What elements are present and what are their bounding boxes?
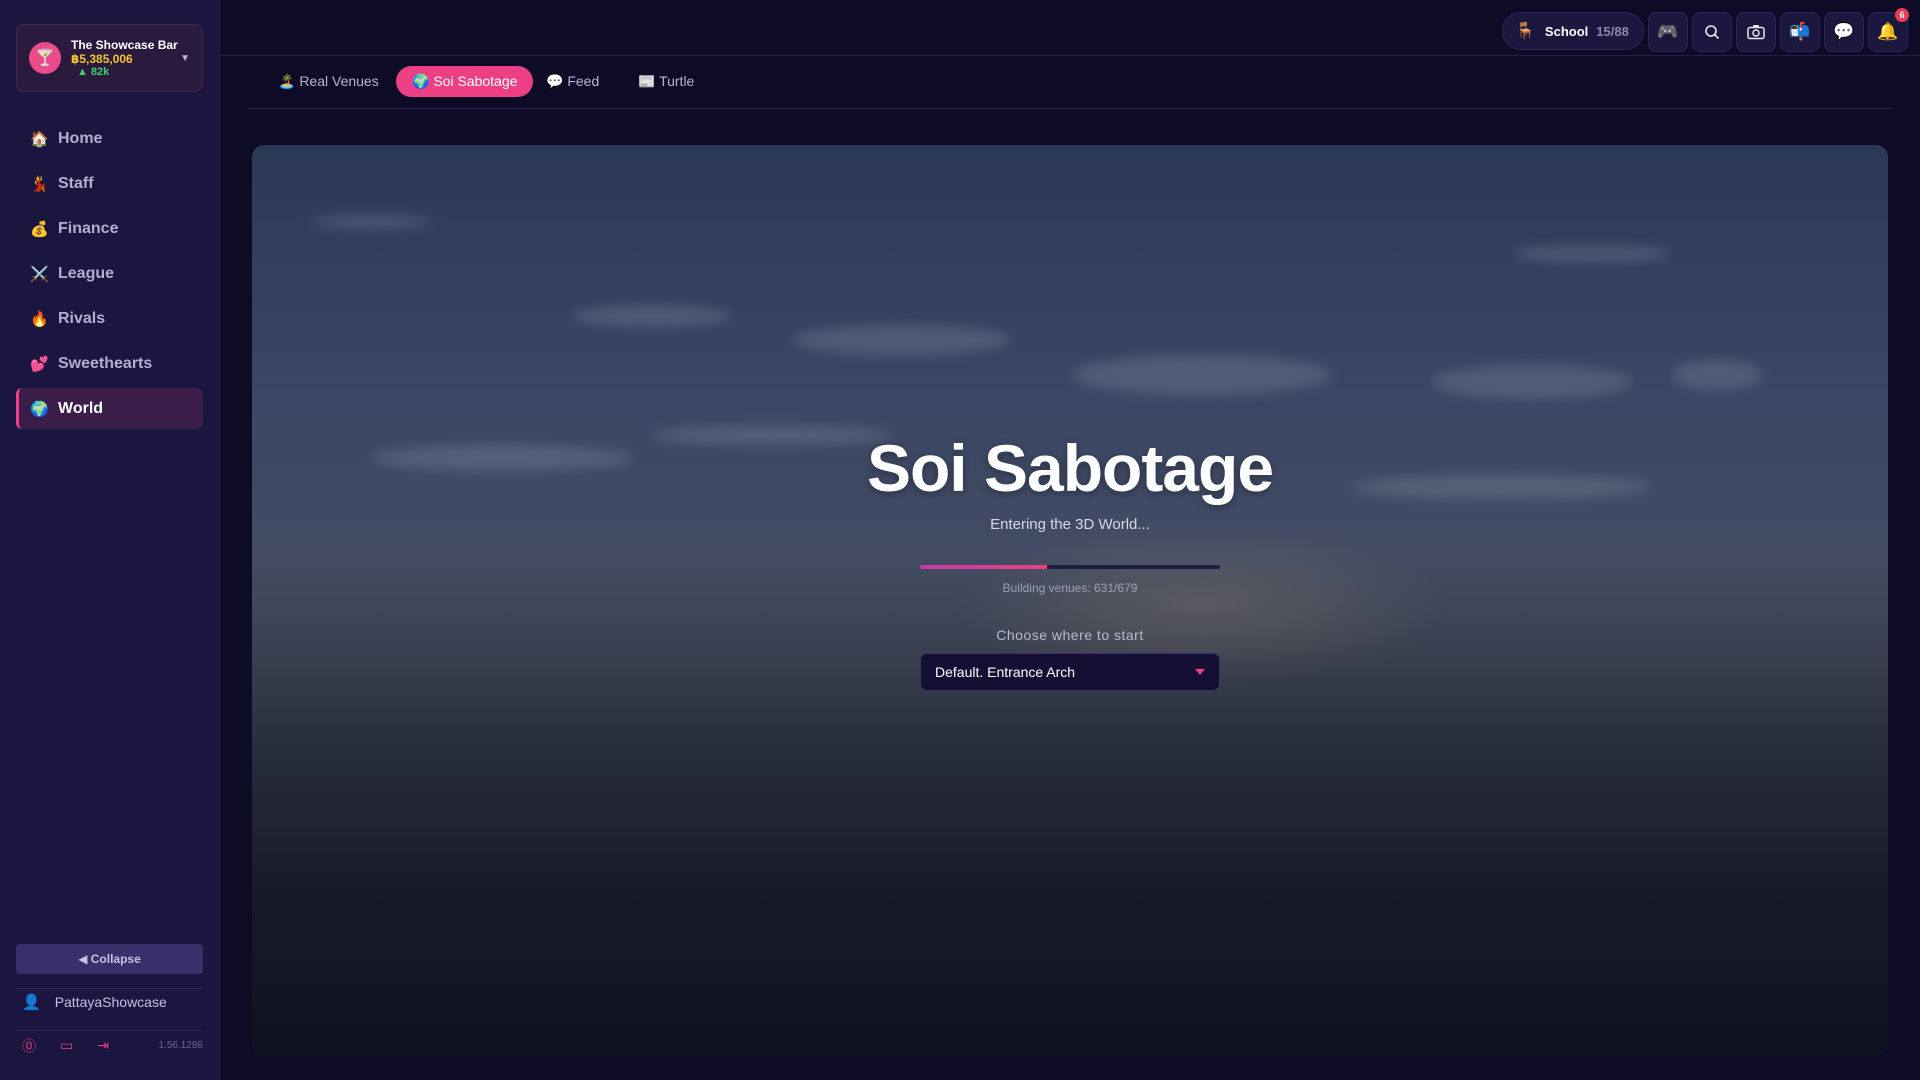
cloud [572,305,732,327]
notification-badge: 6 [1895,8,1909,22]
sidebar-item-home[interactable]: 🏠 Home [16,118,203,159]
school-label: School [1544,23,1589,39]
world-subtitle: Entering the 3D World... [990,516,1150,533]
sidebar-footer: ⓪ ▭ ⇥ 1.56.1286 [16,1030,203,1054]
sidebar: 🍸 The Showcase Bar ฿5,385,006 ▲ 82k ▼ 🏠 … [0,0,220,1080]
sidebar-item-league[interactable]: ⚔️ League [16,253,203,294]
school-button[interactable]: 🪑 School 15/88 [1502,12,1644,50]
cloud [1072,355,1332,395]
sidebar-item-finance[interactable]: 💰 Finance [16,208,203,249]
version-label: 1.56.1286 [158,1040,204,1051]
venue-switcher[interactable]: 🍸 The Showcase Bar ฿5,385,006 ▲ 82k ▼ [16,24,203,92]
venue-trend: ▲ 82k [77,66,110,78]
loading-status: Building venues: 631/679 [1002,581,1138,595]
user-icon: 👤 [22,993,41,1011]
mailbox-icon: 📬 [1789,22,1811,41]
cocktail-icon: 🍸 [29,42,61,74]
chevron-down-icon: ▼ [180,52,190,64]
world-tabs: 🏝️ Real Venues 🌍 Soi Sabotage 💬 Feed 📰 T… [248,56,1893,109]
sidebar-item-label: Staff [58,174,94,192]
venue-balance: ฿5,385,006 [71,52,133,66]
camera-button[interactable] [1736,12,1776,52]
chevron-down-icon [1195,669,1205,675]
gamepad-button[interactable]: 🎮 [1648,12,1688,52]
dancer-icon: 💃 [30,175,49,193]
sidebar-item-label: Home [58,129,103,147]
world-title: Soi Sabotage [866,431,1274,505]
gamepad-icon: 🎮 [1657,22,1679,41]
sidebar-item-label: Rivals [58,309,106,327]
cloud [792,325,1012,355]
sidebar-nav: 🏠 Home 💃 Staff 💰 Finance ⚔️ League 🔥 Riv… [16,118,203,433]
cloud [1512,245,1672,263]
bell-icon: 🔔 [1877,22,1899,41]
help-icon[interactable]: ⓪ [22,1036,36,1056]
messages-button[interactable]: 💬 [1824,12,1864,52]
tab-feed[interactable]: 💬 Feed [530,66,615,97]
chat-icon[interactable]: ▭ [60,1037,73,1054]
camera-icon [1747,25,1765,40]
globe-icon: 🌍 [30,400,49,418]
loading-progress-fill [920,565,1047,569]
user-profile[interactable]: 👤 PattayaShowcase [16,988,203,1014]
loading-progress-bar [920,565,1220,569]
swords-icon: ⚔️ [30,265,49,283]
start-location-select[interactable]: Default. Entrance Arch [920,653,1220,691]
hearts-icon: 💕 [30,355,49,373]
logout-icon[interactable]: ⇥ [97,1037,109,1054]
cloud [1672,360,1762,390]
school-count: 15/88 [1596,23,1629,39]
search-icon [1705,25,1720,40]
sidebar-item-staff[interactable]: 💃 Staff [16,163,203,204]
sidebar-item-label: League [58,264,115,282]
tab-real-venues[interactable]: 🏝️ Real Venues [262,66,395,97]
username: PattayaShowcase [54,993,167,1010]
sidebar-item-label: Sweethearts [58,354,153,372]
cloud [1432,365,1632,399]
tab-soi-sabotage[interactable]: 🌍 Soi Sabotage [396,66,534,97]
sidebar-item-rivals[interactable]: 🔥 Rivals [16,298,203,339]
venue-info: The Showcase Bar ฿5,385,006 ▲ 82k [71,38,180,78]
sidebar-item-label: Finance [58,219,119,237]
tab-turtle[interactable]: 📰 Turtle [622,66,710,97]
mailbox-button[interactable]: 📬 [1780,12,1820,52]
cloud [312,215,432,229]
search-button[interactable] [1692,12,1732,52]
chair-icon: 🪑 [1515,23,1535,40]
fire-icon: 🔥 [30,310,49,328]
speech-bubble-icon: 💬 [1833,22,1855,41]
collapse-button[interactable]: ◀ Collapse [16,944,203,974]
sidebar-item-sweethearts[interactable]: 💕 Sweethearts [16,343,203,384]
money-bag-icon: 💰 [30,220,49,238]
start-location-label: Choose where to start [996,627,1144,643]
sidebar-item-world[interactable]: 🌍 World [16,388,203,429]
notifications-button[interactable]: 🔔 6 [1868,8,1909,52]
top-bar: 🪑 School 15/88 🎮 📬 💬 🔔 6 [220,0,1920,56]
start-location-value: Default. Entrance Arch [935,664,1076,680]
venue-name: The Showcase Bar [71,38,178,52]
world-loading-scene: Soi Sabotage Entering the 3D World... Bu… [252,145,1888,1055]
home-icon: 🏠 [30,130,49,148]
sidebar-item-label: World [58,399,104,417]
